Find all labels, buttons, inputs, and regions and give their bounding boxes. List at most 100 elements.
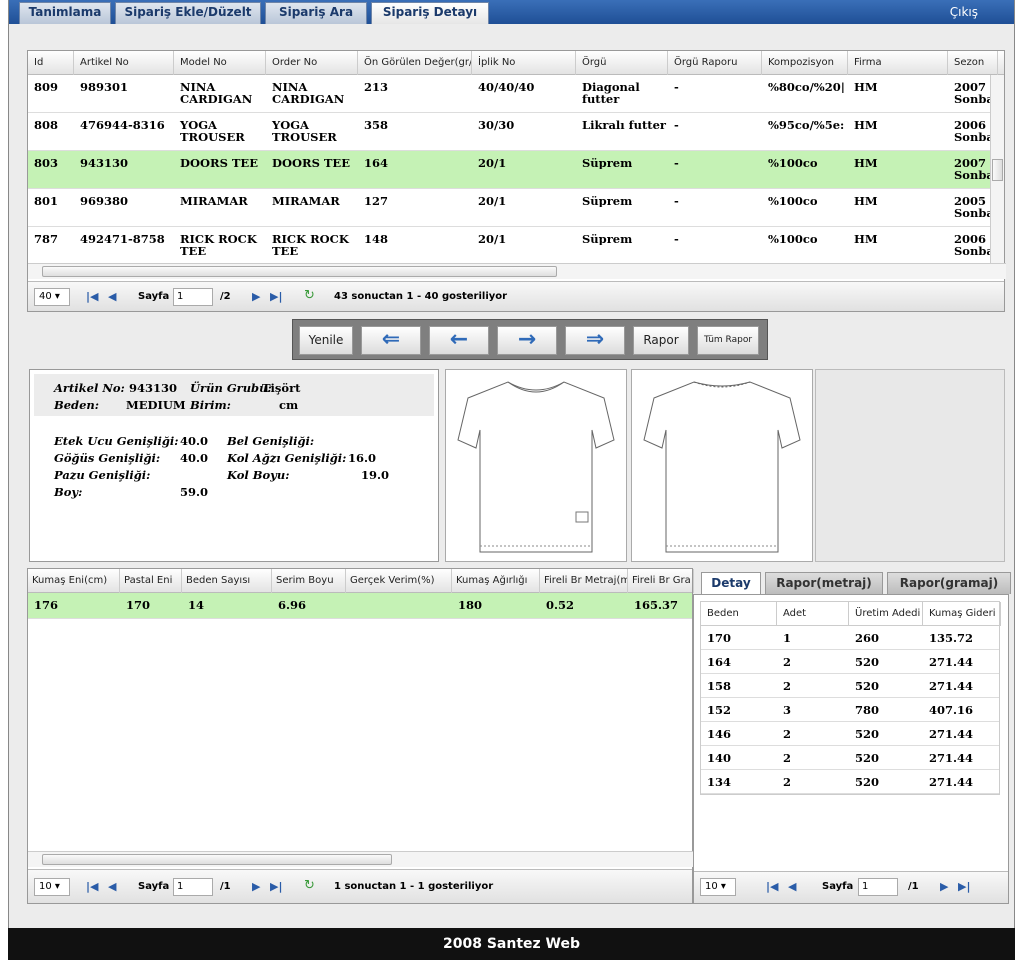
page-size-select[interactable]: 40 ▾ <box>34 288 70 306</box>
col-header[interactable]: Serim Boyu <box>272 569 346 593</box>
detail-pager: 10 ▾ |◀ ◀ Sayfa 1 /1 ▶ ▶| <box>694 871 1008 903</box>
col-header[interactable]: Pastal Eni <box>120 569 182 593</box>
beden-label: Beden: <box>54 398 100 412</box>
table-row[interactable]: 140 2 520 271.44 <box>701 746 999 770</box>
prev-record-button[interactable]: ← <box>429 326 489 355</box>
col-header[interactable]: Fireli Br Metraj(m) <box>540 569 628 593</box>
col-header[interactable]: Beden Sayısı <box>182 569 272 593</box>
prev-page-icon[interactable]: ◀ <box>108 290 116 303</box>
table-row[interactable]: 803 943130 DOORS TEE DOORS TEE 164 20/1 Süprem… <box>28 151 1004 189</box>
col-header[interactable]: Kumaş Gideri <box>923 602 1001 626</box>
fabric-page-input[interactable]: 1 <box>173 878 213 896</box>
last-page-icon[interactable]: ▶| <box>270 290 282 303</box>
table-row[interactable]: 808 476944-8316 YOGA TROUSER YOGA TROUSER 35… <box>28 113 1004 151</box>
fabric-hscrollbar[interactable] <box>28 851 694 867</box>
next-page-icon[interactable]: ▶ <box>252 290 260 303</box>
fabric-last-page-icon[interactable]: ▶| <box>270 880 282 893</box>
table-cell: 520 <box>855 752 880 764</box>
tshirt-front-image[interactable] <box>446 370 626 561</box>
product-info-panel: Artikel No: 943130 Ürün Grubu: Tişört Be… <box>29 369 439 562</box>
col-header[interactable]: Model No <box>174 51 266 75</box>
col-header[interactable]: Kompozisyon <box>762 51 848 75</box>
table-cell: 20/1 <box>478 195 507 207</box>
orders-vscroll-thumb[interactable] <box>992 159 1003 181</box>
table-row[interactable]: 801 969380 MIRAMAR MIRAMAR 127 20/1 Süprem - %10… <box>28 189 1004 227</box>
col-header[interactable]: Örgü Raporu <box>668 51 762 75</box>
col-header[interactable]: Örgü <box>576 51 668 75</box>
table-cell: %100co <box>768 157 818 169</box>
col-header[interactable]: Artikel No <box>74 51 174 75</box>
col-header[interactable]: Üretim Adedi <box>849 602 923 626</box>
tab-siparis-ara[interactable]: Sipariş Ara <box>265 2 367 24</box>
table-row[interactable]: 809 989301 NINA CARDIGAN NINA CARDIGAN 213 40… <box>28 75 1004 113</box>
tab-detay[interactable]: Detay <box>701 572 761 594</box>
page-input[interactable]: 1 <box>173 288 213 306</box>
col-header[interactable]: Kumaş Ağırlığı <box>452 569 540 593</box>
col-header[interactable]: Kumaş Eni(cm) <box>28 569 120 593</box>
all-report-button[interactable]: Tüm Rapor <box>697 326 759 355</box>
table-cell: 20/1 <box>478 157 507 169</box>
exit-link[interactable]: Çıkış <box>950 5 978 19</box>
table-cell: 520 <box>855 656 880 668</box>
last-record-button[interactable]: ⇒ <box>565 326 625 355</box>
col-header[interactable]: İplik No <box>472 51 576 75</box>
table-row[interactable]: 787 492471-8758 RICK ROCK TEE RICK ROCK TEE… <box>28 227 1004 265</box>
tab-siparis-ekle[interactable]: Sipariş Ekle/Düzelt <box>115 2 261 24</box>
col-header[interactable]: Gerçek Verim(%) <box>346 569 452 593</box>
table-row[interactable]: 170 1 260 135.72 <box>701 626 999 650</box>
detail-total-pages: /1 <box>908 881 919 892</box>
fabric-next-page-icon[interactable]: ▶ <box>252 880 260 893</box>
tab-siparis-detayi[interactable]: Sipariş Detayı <box>371 2 489 24</box>
fabric-hscroll-thumb[interactable] <box>42 854 392 865</box>
col-header[interactable]: Fireli Br Gra <box>628 569 694 593</box>
pazu-label: Pazu Genişliği: <box>54 468 151 482</box>
double-left-arrow-icon: ⇐ <box>381 327 401 352</box>
table-cell: 2 <box>783 656 792 668</box>
detail-first-page-icon[interactable]: |◀ <box>766 880 778 893</box>
fabric-pager: 10 ▾ |◀ ◀ Sayfa 1 /1 ▶ ▶| ↻ 1 sonuctan 1… <box>28 869 692 903</box>
detail-prev-page-icon[interactable]: ◀ <box>788 880 796 893</box>
table-cell: RICK ROCK TEE <box>180 233 257 257</box>
refresh-button[interactable]: Yenile <box>299 326 353 355</box>
table-cell: 260 <box>855 632 880 644</box>
fabric-refresh-icon[interactable]: ↻ <box>304 878 315 893</box>
table-row[interactable]: 146 2 520 271.44 <box>701 722 999 746</box>
orders-hscroll-thumb[interactable] <box>42 266 557 277</box>
col-header[interactable]: Adet <box>777 602 849 626</box>
table-row[interactable]: 164 2 520 271.44 <box>701 650 999 674</box>
report-button[interactable]: Rapor <box>633 326 689 355</box>
detail-next-page-icon[interactable]: ▶ <box>940 880 948 893</box>
detail-last-page-icon[interactable]: ▶| <box>958 880 970 893</box>
tab-rapor-gramaj[interactable]: Rapor(gramaj) <box>887 572 1011 594</box>
detail-page-size-select[interactable]: 10 ▾ <box>700 878 736 896</box>
table-row[interactable]: 152 3 780 407.16 <box>701 698 999 722</box>
fabric-page-size-select[interactable]: 10 ▾ <box>34 878 70 896</box>
col-header[interactable]: Sezon <box>948 51 998 75</box>
col-header[interactable]: Ön Görülen Değer(gr/ <box>358 51 472 75</box>
col-header[interactable]: Beden <box>701 602 777 626</box>
table-row[interactable]: 158 2 520 271.44 <box>701 674 999 698</box>
orders-vscrollbar[interactable] <box>990 75 1004 265</box>
kolboyu-label: Kol Boyu: <box>227 468 290 482</box>
tab-tanimlama[interactable]: Tanimlama <box>19 2 111 24</box>
col-header[interactable]: Id <box>28 51 74 75</box>
beden-value: MEDIUM <box>126 398 186 412</box>
first-page-icon[interactable]: |◀ <box>86 290 98 303</box>
table-cell: 14 <box>188 599 205 611</box>
fabric-first-page-icon[interactable]: |◀ <box>86 880 98 893</box>
birim-value: cm <box>279 398 299 412</box>
table-row[interactable]: 134 2 520 271.44 <box>701 770 999 794</box>
next-record-button[interactable]: → <box>497 326 557 355</box>
table-cell: 271.44 <box>929 728 974 740</box>
detail-page-input[interactable]: 1 <box>858 878 898 896</box>
table-row[interactable]: 176 170 14 6.96 180 0.52 165.37 <box>28 593 692 619</box>
col-header[interactable]: Order No <box>266 51 358 75</box>
table-cell: Süprem <box>582 195 633 207</box>
first-record-button[interactable]: ⇐ <box>361 326 421 355</box>
fabric-prev-page-icon[interactable]: ◀ <box>108 880 116 893</box>
refresh-icon[interactable]: ↻ <box>304 288 315 303</box>
orders-hscrollbar[interactable] <box>28 263 1006 279</box>
tshirt-back-image[interactable] <box>632 370 812 561</box>
tab-rapor-metraj[interactable]: Rapor(metraj) <box>765 572 883 594</box>
col-header[interactable]: Firma <box>848 51 948 75</box>
